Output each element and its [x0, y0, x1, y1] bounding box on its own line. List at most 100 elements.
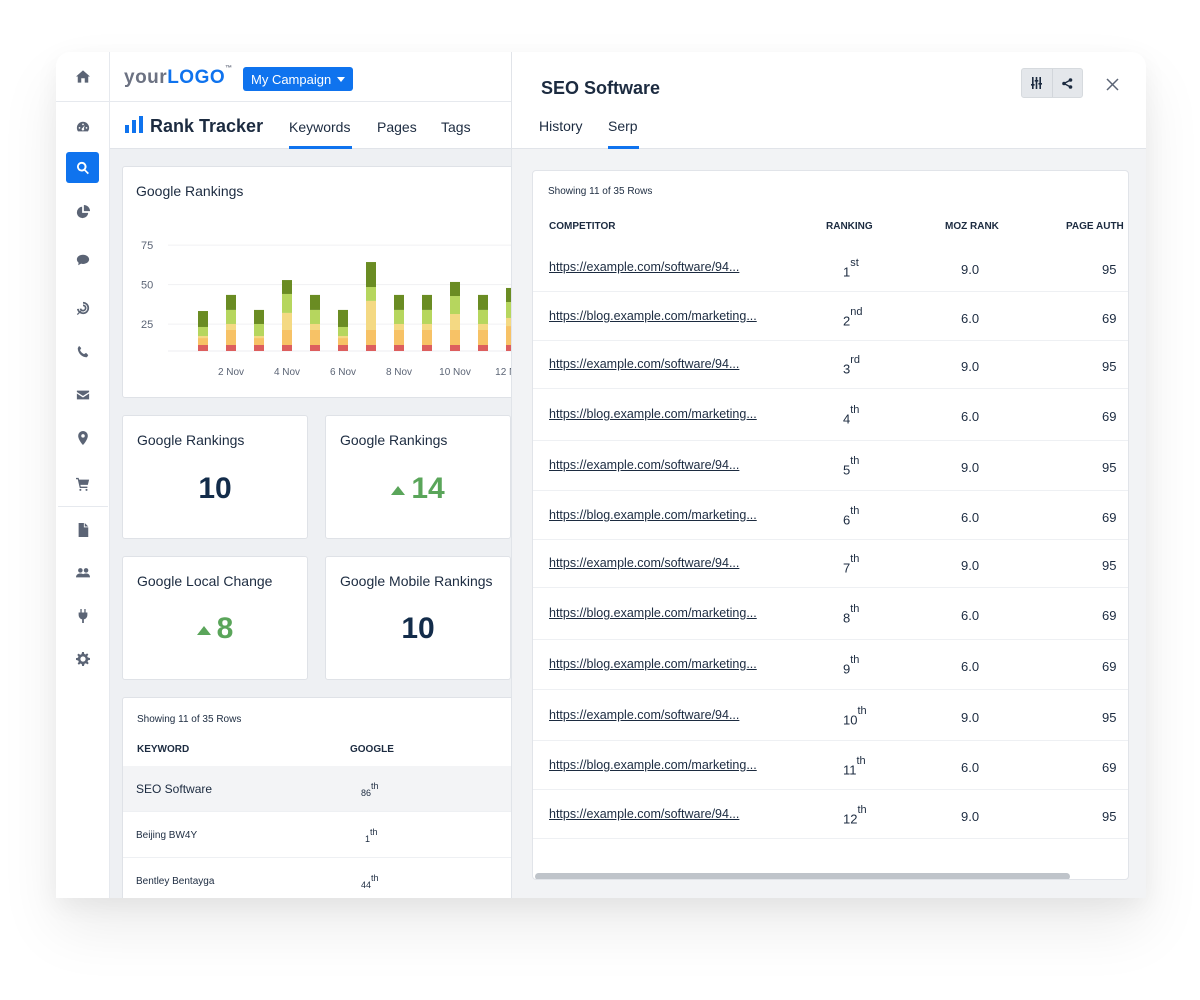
bar-segment-1[interactable]: [422, 344, 432, 351]
table-row[interactable]: Bentley Bentayga 44th: [123, 858, 523, 898]
bar-segment-2[interactable]: [366, 329, 376, 345]
table-row[interactable]: https://example.com/software/94... 10th 9.…: [533, 690, 1128, 741]
bar-segment-4[interactable]: [338, 326, 348, 336]
bar-segment-4[interactable]: [394, 309, 404, 324]
bar-segment-5[interactable]: [226, 294, 236, 310]
bar-segment-5[interactable]: [198, 311, 208, 327]
sidebar-item-ecommerce[interactable]: [66, 468, 99, 499]
column-header-competitor[interactable]: COMPETITOR: [549, 221, 615, 232]
column-header-google[interactable]: GOOGLE: [350, 744, 394, 755]
tab-tags[interactable]: Tags: [441, 119, 471, 149]
bar-segment-2[interactable]: [422, 329, 432, 345]
competitor-link[interactable]: https://example.com/software/94...: [549, 357, 739, 371]
bar-segment-3[interactable]: [198, 335, 208, 339]
close-button[interactable]: [1102, 74, 1122, 94]
bar-segment-2[interactable]: [226, 329, 236, 345]
sidebar-item-location[interactable]: [66, 422, 99, 453]
table-row[interactable]: https://blog.example.com/marketing... 9th…: [533, 640, 1128, 690]
table-row[interactable]: SEO Software 86th: [123, 766, 523, 812]
competitor-link[interactable]: https://blog.example.com/marketing...: [549, 508, 757, 522]
bar-segment-2[interactable]: [394, 329, 404, 345]
bar-segment-2[interactable]: [310, 329, 320, 345]
competitor-link[interactable]: https://blog.example.com/marketing...: [549, 657, 757, 671]
sidebar-item-email[interactable]: [66, 379, 99, 410]
competitor-link[interactable]: https://blog.example.com/marketing...: [549, 758, 757, 772]
competitor-link[interactable]: https://example.com/software/94...: [549, 260, 739, 274]
bar-segment-4[interactable]: [226, 309, 236, 324]
competitor-link[interactable]: https://example.com/software/94...: [549, 807, 739, 821]
bar-segment-1[interactable]: [478, 344, 488, 351]
bar-segment-1[interactable]: [198, 344, 208, 351]
table-row[interactable]: https://blog.example.com/marketing... 8th…: [533, 588, 1128, 640]
column-header-ranking[interactable]: RANKING: [826, 221, 873, 232]
bar-segment-4[interactable]: [422, 309, 432, 324]
bar-segment-2[interactable]: [478, 329, 488, 345]
bar-segment-3[interactable]: [254, 335, 264, 339]
bar-segment-1[interactable]: [366, 344, 376, 351]
sidebar-item-settings[interactable]: [66, 643, 99, 674]
table-row[interactable]: https://blog.example.com/marketing... 11t…: [533, 741, 1128, 790]
sidebar-item-search[interactable]: [66, 152, 99, 183]
bar-segment-3[interactable]: [338, 335, 348, 339]
competitor-link[interactable]: https://example.com/software/94...: [549, 708, 739, 722]
bar-segment-3[interactable]: [366, 300, 376, 330]
bar-segment-3[interactable]: [226, 323, 236, 330]
table-row[interactable]: https://example.com/software/94... 5th 9.0…: [533, 441, 1128, 491]
table-row[interactable]: https://blog.example.com/marketing... 4th…: [533, 389, 1128, 441]
bar-segment-1[interactable]: [226, 344, 236, 351]
bar-segment-4[interactable]: [478, 309, 488, 324]
bar-segment-4[interactable]: [254, 323, 264, 336]
column-header-moz-rank[interactable]: MOZ RANK: [945, 221, 999, 232]
bar-segment-5[interactable]: [478, 294, 488, 310]
tab-keywords[interactable]: Keywords: [289, 119, 352, 149]
share-button[interactable]: [1051, 69, 1083, 97]
bar-segment-3[interactable]: [282, 312, 292, 330]
settings-button[interactable]: [1022, 69, 1052, 97]
horizontal-scrollbar[interactable]: [535, 873, 1070, 879]
table-row[interactable]: https://example.com/software/94... 1st 9.0…: [533, 243, 1128, 292]
bar-segment-4[interactable]: [282, 293, 292, 313]
campaign-dropdown[interactable]: My Campaign: [243, 67, 354, 91]
sidebar-item-calls[interactable]: [66, 336, 99, 367]
table-row[interactable]: https://example.com/software/94... 3rd 9.0…: [533, 341, 1128, 389]
column-header-page-authority[interactable]: PAGE AUTH: [1066, 221, 1124, 232]
tab-history[interactable]: History: [539, 118, 583, 149]
competitor-link[interactable]: https://example.com/software/94...: [549, 556, 739, 570]
bar-segment-1[interactable]: [394, 344, 404, 351]
bar-segment-5[interactable]: [254, 309, 264, 324]
sidebar-item-target[interactable]: [66, 292, 99, 323]
bar-segment-1[interactable]: [254, 344, 264, 351]
bar-segment-5[interactable]: [338, 309, 348, 327]
bar-segment-1[interactable]: [450, 344, 460, 351]
bar-segment-2[interactable]: [254, 338, 264, 345]
bar-segment-5[interactable]: [310, 294, 320, 310]
table-row[interactable]: https://blog.example.com/marketing... 6th…: [533, 491, 1128, 540]
competitor-link[interactable]: https://blog.example.com/marketing...: [549, 309, 757, 323]
bar-segment-3[interactable]: [422, 323, 432, 330]
bar-segment-3[interactable]: [310, 323, 320, 330]
bar-segment-4[interactable]: [366, 287, 376, 301]
bar-segment-5[interactable]: [394, 294, 404, 310]
sidebar-item-dashboard[interactable]: [66, 111, 99, 142]
bar-segment-5[interactable]: [450, 281, 460, 297]
bar-segment-3[interactable]: [394, 323, 404, 330]
bar-segment-1[interactable]: [282, 344, 292, 351]
bar-segment-5[interactable]: [282, 280, 292, 294]
bar-segment-2[interactable]: [282, 329, 292, 345]
sidebar-item-users[interactable]: [66, 557, 99, 588]
sidebar-item-integrations[interactable]: [66, 600, 99, 631]
table-row[interactable]: https://example.com/software/94... 12th 9.…: [533, 790, 1128, 839]
bar-segment-4[interactable]: [310, 309, 320, 324]
competitor-link[interactable]: https://blog.example.com/marketing...: [549, 606, 757, 620]
sidebar-item-home[interactable]: [56, 52, 110, 102]
bar-segment-4[interactable]: [198, 326, 208, 336]
table-row[interactable]: https://example.com/software/94... 7th 9.0…: [533, 540, 1128, 588]
bar-segment-2[interactable]: [198, 338, 208, 345]
bar-segment-3[interactable]: [478, 323, 488, 330]
sidebar-item-reports[interactable]: [66, 196, 99, 227]
bar-segment-5[interactable]: [366, 262, 376, 288]
bar-segment-3[interactable]: [450, 314, 460, 330]
bar-segment-2[interactable]: [338, 338, 348, 345]
bar-segment-1[interactable]: [310, 344, 320, 351]
tab-serp[interactable]: Serp: [608, 118, 639, 149]
